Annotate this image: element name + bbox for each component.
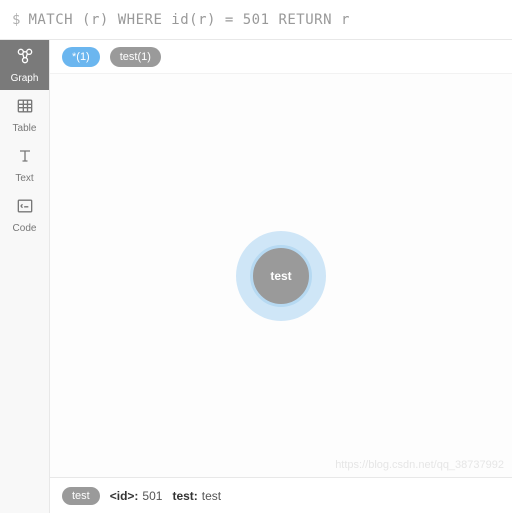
- query-bar: $ MATCH (r) WHERE id(r) = 501 RETURN r: [0, 0, 512, 40]
- graph-icon: [15, 46, 35, 71]
- tab-code[interactable]: Code: [0, 190, 49, 240]
- footer-id: <id>: 501: [110, 489, 163, 503]
- main-area: Graph Table Text: [0, 40, 512, 513]
- chip-all-nodes[interactable]: *(1): [62, 47, 100, 67]
- footer-id-key: <id>:: [110, 489, 139, 503]
- footer-prop-test: test: test: [172, 489, 221, 503]
- label-chips: *(1) test(1): [50, 40, 512, 74]
- footer-id-val: 501: [142, 489, 162, 503]
- node-details-footer: test <id>: 501 test: test: [50, 477, 512, 513]
- sidebar-item-label: Text: [15, 173, 33, 184]
- table-icon: [15, 96, 35, 121]
- footer-prop-val: test: [202, 489, 221, 503]
- graph-node-wrapper: test: [236, 231, 326, 321]
- query-prompt: $: [12, 12, 20, 28]
- graph-canvas[interactable]: test https://blog.csdn.net/qq_38737992: [50, 74, 512, 477]
- chip-label-test[interactable]: test(1): [110, 47, 161, 67]
- sidebar-item-label: Code: [13, 223, 37, 234]
- footer-label-chip[interactable]: test: [62, 487, 100, 505]
- result-panel: *(1) test(1) test https://blog.csdn.net/…: [50, 40, 512, 513]
- tab-graph[interactable]: Graph: [0, 40, 49, 90]
- tab-table[interactable]: Table: [0, 90, 49, 140]
- query-text[interactable]: MATCH (r) WHERE id(r) = 501 RETURN r: [28, 12, 349, 28]
- view-sidebar: Graph Table Text: [0, 40, 50, 513]
- code-icon: [15, 196, 35, 221]
- tab-text[interactable]: Text: [0, 140, 49, 190]
- sidebar-item-label: Graph: [11, 73, 39, 84]
- footer-prop-key: test:: [172, 489, 197, 503]
- sidebar-item-label: Table: [13, 123, 37, 134]
- node-selection-halo: test: [236, 231, 326, 321]
- graph-node-test[interactable]: test: [250, 245, 312, 307]
- watermark: https://blog.csdn.net/qq_38737992: [335, 459, 504, 471]
- text-icon: [15, 146, 35, 171]
